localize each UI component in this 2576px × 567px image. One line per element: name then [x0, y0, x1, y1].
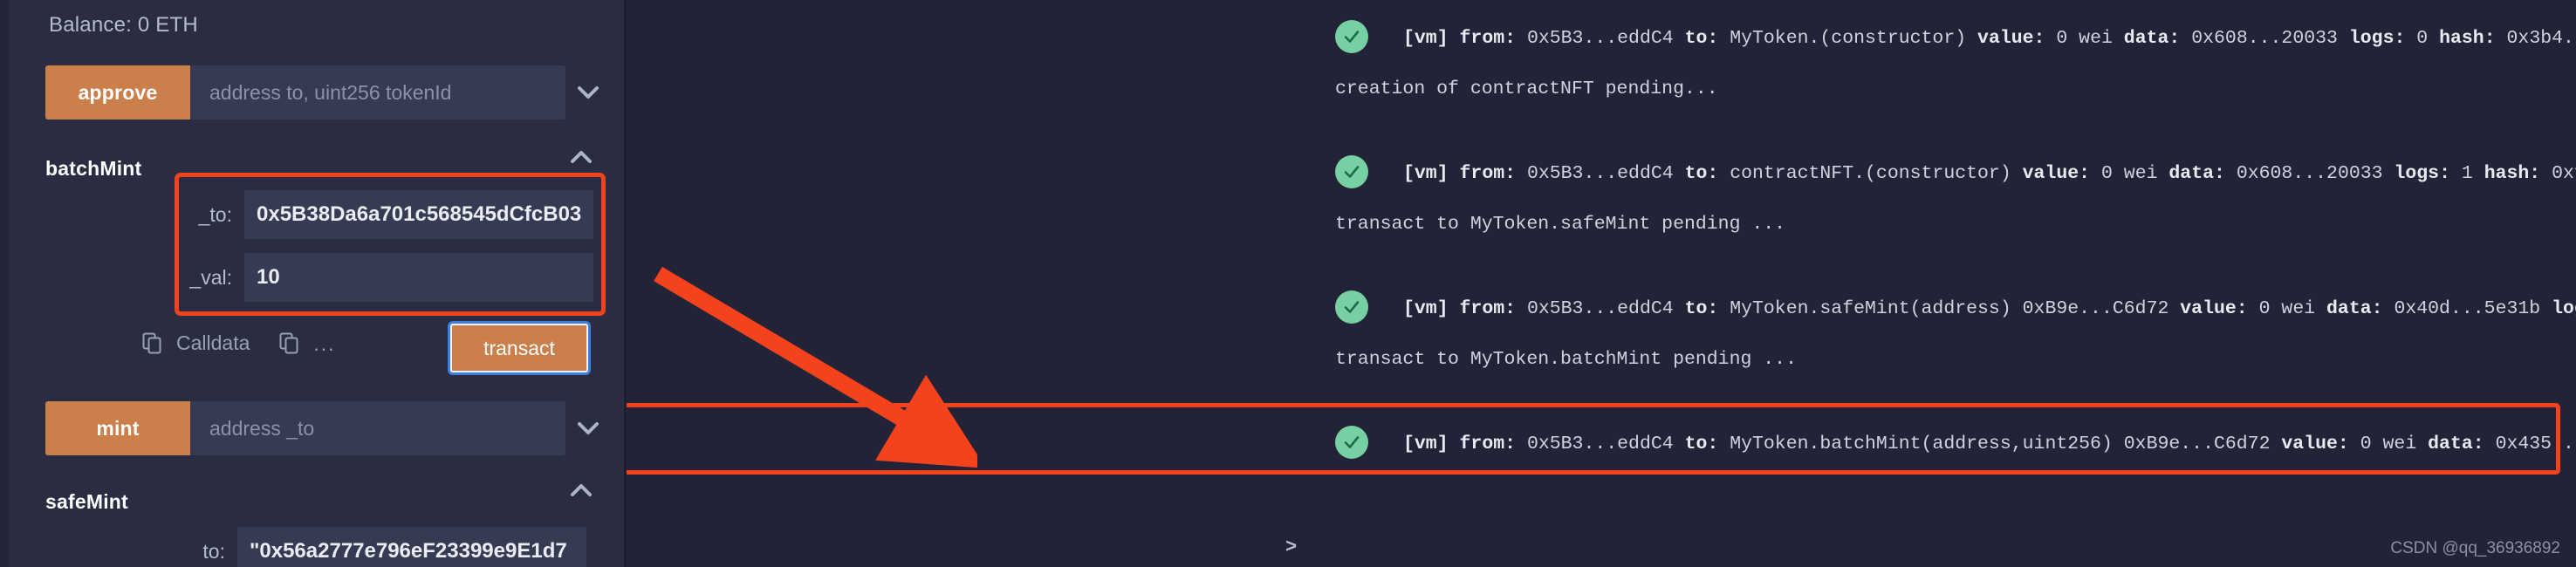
- log-entry-sub: transact to MyToken.safeMint pending ...: [1335, 214, 1786, 235]
- terminal-panel[interactable]: [vm] from: 0x5B3...eddC4 to: MyToken.(co…: [627, 0, 2576, 567]
- batchmint-param-val-row: _val:: [183, 253, 593, 302]
- sidebar-left-edge: [0, 0, 9, 567]
- log-entry-line[interactable]: [vm] from: 0x5B3...eddC4 to: contractNFT…: [1403, 163, 2576, 184]
- watermark-label: CSDN @qq_36936892: [2390, 539, 2560, 557]
- batchmint-param-val-input[interactable]: [244, 253, 593, 302]
- mint-input[interactable]: [190, 401, 565, 455]
- balance-label: Balance: 0 ETH: [49, 13, 198, 37]
- chevron-down-icon[interactable]: [565, 401, 611, 455]
- safemint-section-title: safeMint: [45, 490, 128, 513]
- safemint-param-to-row: to:: [183, 527, 586, 567]
- safemint-param-to-input[interactable]: [237, 527, 586, 567]
- transact-button[interactable]: transact: [448, 321, 591, 375]
- calldata-label[interactable]: Calldata: [176, 331, 250, 355]
- status-success-icon: [1335, 290, 1368, 324]
- chevron-up-icon[interactable]: [558, 140, 604, 174]
- approve-function-row: approve: [45, 65, 611, 120]
- copy-parameters-icon[interactable]: [279, 332, 299, 354]
- status-success-icon: [1335, 426, 1368, 459]
- batchmint-param-to-row: _to:: [183, 190, 593, 239]
- chevron-up-icon[interactable]: [558, 473, 604, 508]
- batchmint-param-to-label: _to:: [198, 202, 232, 226]
- approve-input[interactable]: [190, 65, 565, 120]
- mint-button[interactable]: mint: [45, 401, 190, 455]
- status-success-icon: [1335, 155, 1368, 188]
- chevron-down-icon[interactable]: [565, 65, 611, 120]
- log-entry-line[interactable]: [vm] from: 0x5B3...eddC4 to: MyToken.saf…: [1403, 298, 2576, 319]
- log-entry-sub: transact to MyToken.batchMint pending ..…: [1335, 349, 1797, 370]
- log-entry-line[interactable]: [vm] from: 0x5B3...eddC4 to: MyToken.bat…: [1403, 434, 2576, 454]
- status-success-icon: [1335, 20, 1368, 53]
- log-entry-line[interactable]: [vm] from: 0x5B3...eddC4 to: MyToken.(co…: [1403, 28, 2576, 49]
- remix-ide-window: Balance: 0 ETH approve batchMint _to: _v…: [0, 0, 2576, 567]
- approve-button[interactable]: approve: [45, 65, 190, 120]
- log-entry-sub: creation of contractNFT pending...: [1335, 79, 1718, 99]
- copy-icon[interactable]: [142, 332, 162, 354]
- terminal-prompt[interactable]: >: [1285, 536, 1297, 558]
- parameters-ellipsis[interactable]: ...: [313, 333, 335, 353]
- batchmint-param-val-label: _val:: [189, 265, 232, 289]
- safemint-param-to-label: to:: [202, 539, 225, 563]
- mint-function-row: mint: [45, 401, 611, 455]
- calldata-row: Calldata ...: [142, 331, 336, 355]
- deploy-run-sidebar: Balance: 0 ETH approve batchMint _to: _v…: [0, 0, 627, 567]
- batchmint-param-to-input[interactable]: [244, 190, 593, 239]
- batchmint-section-title: batchMint: [45, 157, 142, 180]
